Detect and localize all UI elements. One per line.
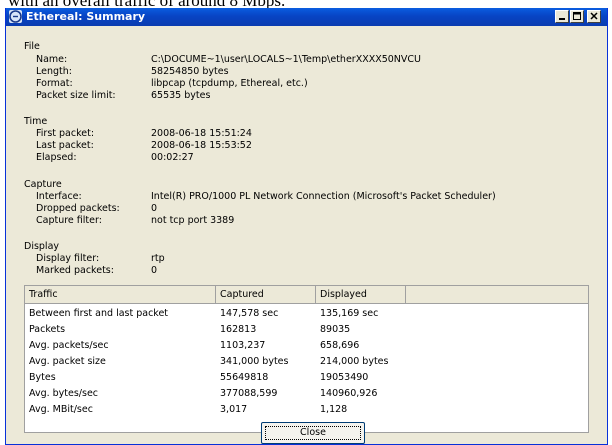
table-row: Avg. bytes/sec 377088,599 140960,926 (25, 386, 588, 402)
first-packet-value: 2008-06-18 15:51:24 (151, 128, 252, 139)
cell-captured: 55649818 (220, 372, 269, 383)
maximize-button[interactable] (570, 10, 584, 23)
first-packet-label: First packet: (36, 128, 95, 139)
packet-size-limit-label: Packet size limit: (36, 90, 116, 101)
close-window-button[interactable] (587, 10, 601, 23)
display-filter-value: rtp (151, 253, 165, 264)
section-time-heading: Time (24, 116, 48, 127)
display-filter-label: Display filter: (36, 253, 100, 264)
dropped-packets-value: 0 (151, 203, 158, 214)
marked-packets-label: Marked packets: (36, 265, 114, 276)
table-row: Between first and last packet 147,578 se… (25, 306, 588, 322)
cell-displayed: 1,128 (320, 404, 348, 415)
cell-traffic: Avg. packet size (29, 356, 106, 367)
cell-traffic: Avg. packets/sec (29, 340, 109, 351)
interface-label: Interface: (36, 191, 82, 202)
column-header-traffic[interactable]: Traffic (25, 286, 216, 303)
dropped-packets-label: Dropped packets: (36, 203, 120, 214)
cell-captured: 341,000 bytes (220, 356, 289, 367)
capture-filter-value: not tcp port 3389 (151, 215, 235, 226)
cell-traffic: Avg. MBit/sec (29, 404, 93, 415)
title-bar[interactable]: Ethereal: Summary (6, 8, 607, 26)
column-header-displayed[interactable]: Displayed (316, 286, 406, 303)
table-row: Avg. MBit/sec 3,017 1,128 (25, 402, 588, 418)
cell-captured: 147,578 sec (220, 308, 279, 319)
section-display-heading: Display (24, 241, 60, 252)
traffic-table[interactable]: Traffic Captured Displayed Between first… (24, 285, 589, 433)
cell-traffic: Between first and last packet (29, 308, 169, 319)
column-header-captured[interactable]: Captured (216, 286, 316, 303)
elapsed-value: 00:02:27 (151, 152, 194, 163)
table-header: Traffic Captured Displayed (25, 286, 588, 304)
table-row: Bytes 55649818 19053490 (25, 370, 588, 386)
maximize-icon (573, 12, 581, 20)
summary-dialog: Ethereal: Summary File Name: C:\DOCUME~1… (5, 8, 608, 445)
cell-traffic: Packets (29, 324, 66, 335)
cell-displayed: 89035 (320, 324, 351, 335)
cell-captured: 1103,237 (220, 340, 266, 351)
cell-displayed: 19053490 (320, 372, 369, 383)
cell-displayed: 140960,926 (320, 388, 378, 399)
file-name-value: C:\DOCUME~1\user\LOCALS~1\Temp\etherXXXX… (151, 54, 422, 65)
minimize-button[interactable] (555, 10, 569, 23)
window-title: Ethereal: Summary (26, 10, 146, 23)
ethereal-app-icon[interactable] (9, 10, 22, 23)
close-button-label: Close (300, 427, 326, 438)
file-length-label: Length: (36, 66, 72, 77)
table-row: Packets 162813 89035 (25, 322, 588, 338)
table-row: Avg. packet size 341,000 bytes 214,000 b… (25, 354, 588, 370)
section-capture-heading: Capture (24, 179, 62, 190)
minimize-icon (559, 18, 565, 20)
last-packet-label: Last packet: (36, 140, 94, 151)
file-format-value: libpcap (tcpdump, Ethereal, etc.) (151, 78, 308, 89)
cell-traffic: Avg. bytes/sec (29, 388, 99, 399)
cell-displayed: 135,169 sec (320, 308, 379, 319)
cell-captured: 162813 (220, 324, 257, 335)
section-file-heading: File (24, 41, 40, 52)
interface-value: Intel(R) PRO/1000 PL Network Connection … (151, 191, 496, 202)
packet-size-limit-value: 65535 bytes (151, 90, 211, 101)
last-packet-value: 2008-06-18 15:53:52 (151, 140, 252, 151)
cell-displayed: 214,000 bytes (320, 356, 389, 367)
capture-filter-label: Capture filter: (36, 215, 102, 226)
elapsed-label: Elapsed: (36, 152, 77, 163)
cell-captured: 3,017 (220, 404, 248, 415)
cell-captured: 377088,599 (220, 388, 278, 399)
file-length-value: 58254850 bytes (151, 66, 229, 77)
cell-displayed: 658,696 (320, 340, 360, 351)
marked-packets-value: 0 (151, 265, 158, 276)
close-button[interactable]: Close (261, 422, 365, 444)
file-name-label: Name: (36, 54, 68, 65)
file-format-label: Format: (36, 78, 73, 89)
table-row: Avg. packets/sec 1103,237 658,696 (25, 338, 588, 354)
cell-traffic: Bytes (29, 372, 56, 383)
close-icon (590, 12, 598, 20)
